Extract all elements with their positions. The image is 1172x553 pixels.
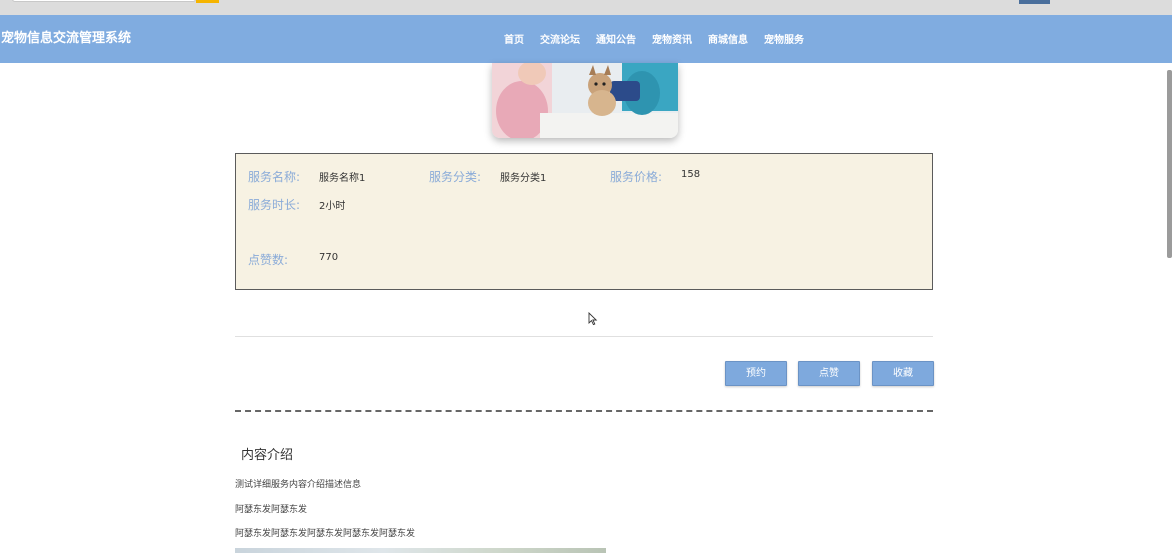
nav-item-pet-news[interactable]: 宠物资讯 — [652, 31, 692, 46]
service-info-panel: 服务名称: 服务名称1 服务分类: 服务分类1 服务价格: 158 服务时长: … — [235, 153, 933, 290]
book-button[interactable]: 预约 — [725, 361, 787, 386]
pet-photo — [492, 63, 678, 138]
section-divider — [235, 336, 933, 337]
dashed-divider — [235, 410, 933, 412]
nav-item-shop[interactable]: 商城信息 — [708, 31, 748, 46]
content-line-1: 测试详细服务内容介绍描述信息 — [235, 480, 362, 490]
favorite-button[interactable]: 收藏 — [872, 361, 934, 386]
likes-count-value: 770 — [319, 252, 339, 263]
service-price-value: 158 — [681, 169, 701, 180]
service-image — [492, 63, 678, 138]
nav-item-forum[interactable]: 交流论坛 — [540, 31, 580, 46]
page-scrollbar[interactable] — [1167, 70, 1172, 258]
site-logo[interactable]: 宠物信息交流管理系统 — [1, 27, 131, 46]
like-button[interactable]: 点赞 — [798, 361, 860, 386]
content-line-2: 阿瑟东发阿瑟东发 — [235, 505, 308, 515]
service-name-label: 服务名称: — [248, 170, 301, 184]
service-duration-label: 服务时长: — [248, 198, 301, 212]
content-image — [235, 548, 606, 553]
nav-item-home[interactable]: 首页 — [504, 31, 524, 46]
service-duration-value: 2小时 — [319, 201, 346, 212]
service-category-label: 服务分类: — [429, 170, 482, 184]
nav-item-pet-service[interactable]: 宠物服务 — [764, 31, 804, 46]
search-input[interactable] — [12, 0, 196, 2]
content-intro-title: 内容介绍 — [241, 448, 294, 463]
search-button[interactable] — [196, 0, 219, 3]
user-avatar[interactable] — [1019, 0, 1050, 4]
service-price-label: 服务价格: — [610, 170, 663, 184]
service-name-value: 服务名称1 — [319, 173, 366, 184]
service-category-value: 服务分类1 — [500, 173, 547, 184]
top-strip — [0, 0, 1172, 15]
likes-count-label: 点赞数: — [248, 253, 289, 267]
main-navbar: 宠物信息交流管理系统 首页 交流论坛 通知公告 宠物资讯 商城信息 宠物服务 — [0, 15, 1172, 63]
mouse-cursor-icon — [588, 312, 598, 326]
content-line-3: 阿瑟东发阿瑟东发阿瑟东发阿瑟东发阿瑟东发 — [235, 529, 416, 539]
nav-menu: 首页 交流论坛 通知公告 宠物资讯 商城信息 宠物服务 — [504, 31, 820, 46]
nav-item-notices[interactable]: 通知公告 — [596, 31, 636, 46]
